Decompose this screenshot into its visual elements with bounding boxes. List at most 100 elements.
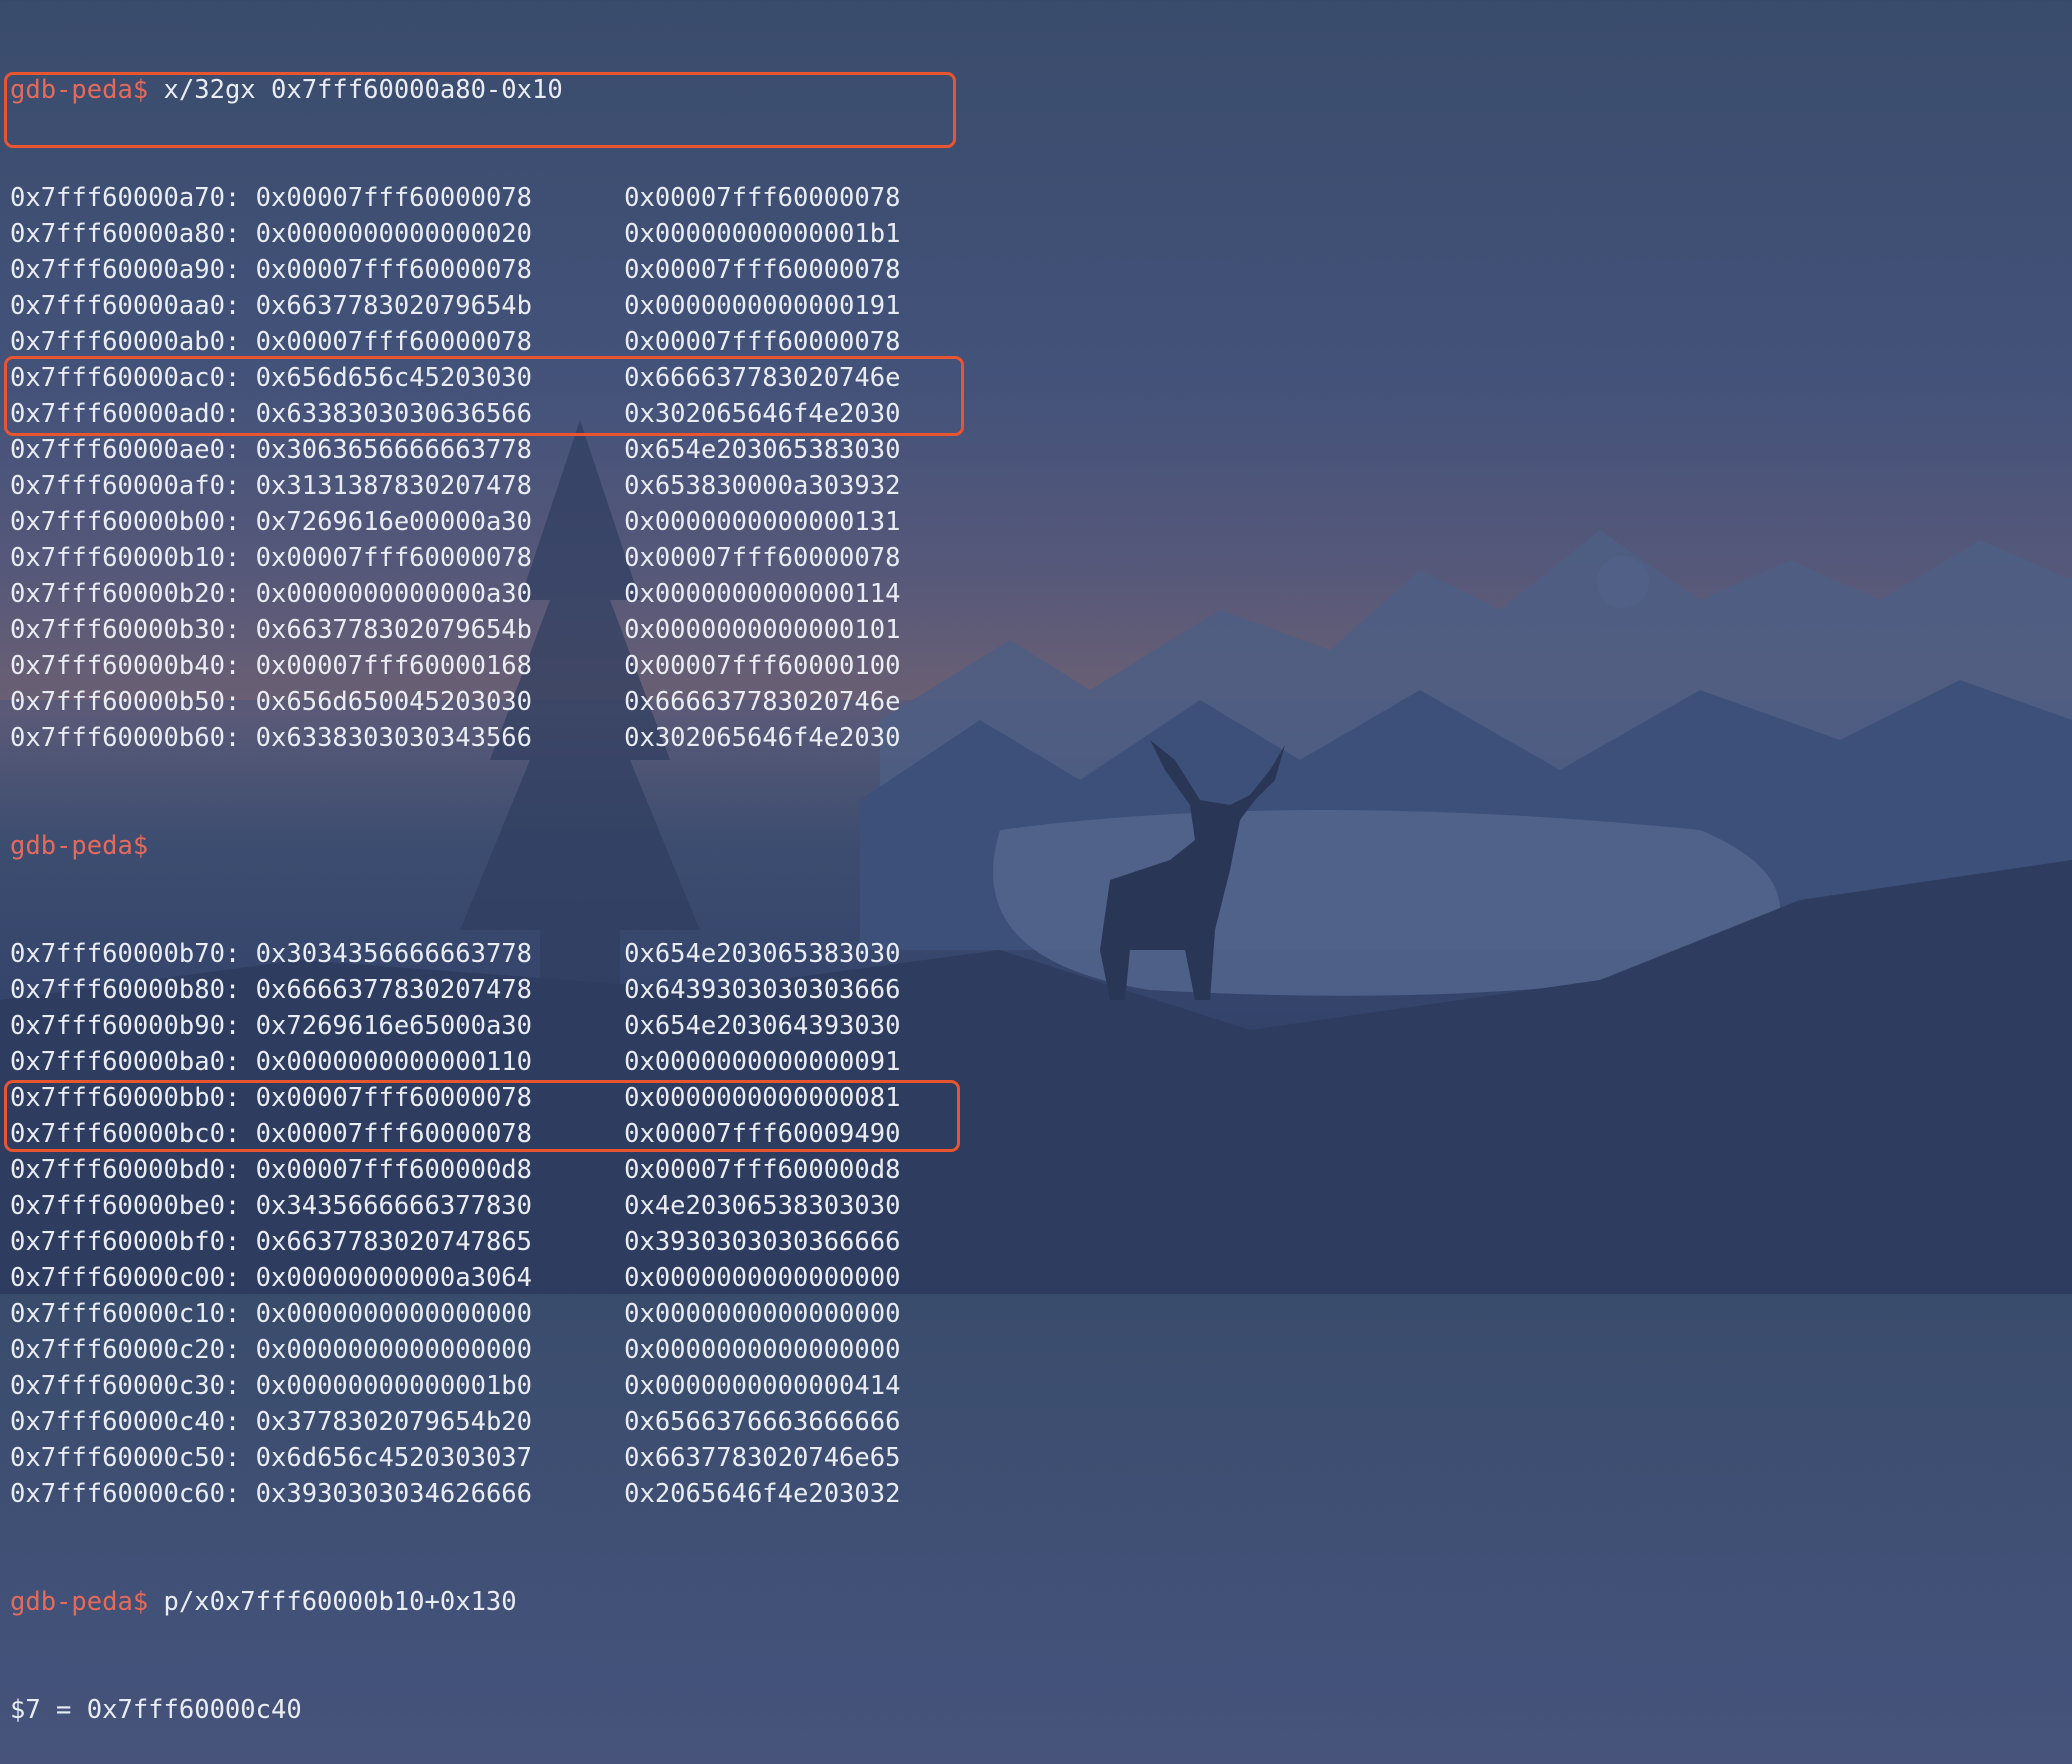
memory-row: 0x7fff60000b10: 0x00007fff60000078 0x000… <box>10 540 900 576</box>
memory-row: 0x7fff60000c50: 0x6d656c4520303037 0x663… <box>10 1440 900 1476</box>
memory-address: 0x7fff60000b20: <box>10 579 241 609</box>
memory-value: 0x6d656c4520303037 <box>255 1443 532 1473</box>
memory-value: 0x00000000000001b0 <box>255 1371 532 1401</box>
memory-address: 0x7fff60000be0: <box>10 1191 241 1221</box>
highlight-box-chunk-b00 <box>4 356 964 436</box>
memory-value: 0x0000000000000000 <box>624 1263 901 1293</box>
memory-value: 0x00007fff60000078 <box>624 543 901 573</box>
memory-value: 0x7269616e00000a30 <box>255 507 532 537</box>
memory-address: 0x7fff60000ab0: <box>10 327 241 357</box>
memory-address: 0x7fff60000c40: <box>10 1407 241 1437</box>
memory-address: 0x7fff60000b10: <box>10 543 241 573</box>
memory-row: 0x7fff60000ae0: 0x3063656666663778 0x654… <box>10 432 900 468</box>
memory-value: 0x6566376663666666 <box>624 1407 901 1437</box>
memory-value: 0x00007fff60000078 <box>624 183 901 213</box>
memory-value: 0x0000000000000414 <box>624 1371 901 1401</box>
memory-value: 0x656d650045203030 <box>255 687 532 717</box>
memory-value: 0x3930303030366666 <box>624 1227 901 1257</box>
memory-address: 0x7fff60000af0: <box>10 471 241 501</box>
memory-row: 0x7fff60000b30: 0x663778302079654b 0x000… <box>10 612 900 648</box>
memory-address: 0x7fff60000a70: <box>10 183 241 213</box>
memory-row: 0x7fff60000aa0: 0x663778302079654b 0x000… <box>10 288 900 324</box>
memory-row: 0x7fff60000b60: 0x6338303030343566 0x302… <box>10 720 900 756</box>
memory-address: 0x7fff60000a80: <box>10 219 241 249</box>
memory-value: 0x0000000000000a30 <box>255 579 532 609</box>
memory-value: 0x666637783020746e <box>624 687 901 717</box>
memory-value: 0x3131387830207478 <box>255 471 532 501</box>
memory-value: 0x654e203064393030 <box>624 1011 901 1041</box>
memory-value: 0x6338303030343566 <box>255 723 532 753</box>
memory-value: 0x0000000000000131 <box>624 507 901 537</box>
memory-dump: 0x7fff60000b70: 0x3034356666663778 0x654… <box>10 936 900 1512</box>
memory-address: 0x7fff60000b60: <box>10 723 241 753</box>
memory-value: 0x00007fff60000168 <box>255 651 532 681</box>
memory-row: 0x7fff60000b00: 0x7269616e00000a30 0x000… <box>10 504 900 540</box>
memory-value: 0x6439303030303666 <box>624 975 901 1005</box>
memory-value: 0x663778302079654b <box>255 615 532 645</box>
memory-value: 0x0000000000000000 <box>255 1299 532 1329</box>
memory-value: 0x00007fff60000078 <box>255 543 532 573</box>
memory-row: 0x7fff60000b50: 0x656d650045203030 0x666… <box>10 684 900 720</box>
memory-row: 0x7fff60000b80: 0x6666377830207478 0x643… <box>10 972 900 1008</box>
memory-address: 0x7fff60000c50: <box>10 1443 241 1473</box>
memory-row: 0x7fff60000b70: 0x3034356666663778 0x654… <box>10 936 900 972</box>
memory-row: 0x7fff60000bf0: 0x6637783020747865 0x393… <box>10 1224 900 1260</box>
memory-address: 0x7fff60000bd0: <box>10 1155 241 1185</box>
memory-row: 0x7fff60000c20: 0x0000000000000000 0x000… <box>10 1332 900 1368</box>
memory-value: 0x00007fff60000078 <box>255 183 532 213</box>
memory-value: 0x00007fff60000078 <box>624 327 901 357</box>
memory-row: 0x7fff60000a70: 0x00007fff60000078 0x000… <box>10 180 900 216</box>
memory-value: 0x4e20306538303030 <box>624 1191 901 1221</box>
memory-value: 0x00007fff60000100 <box>624 651 901 681</box>
memory-value: 0x7269616e65000a30 <box>255 1011 532 1041</box>
memory-dump: 0x7fff60000a70: 0x00007fff60000078 0x000… <box>10 180 900 756</box>
highlight-box-chunk-a80 <box>4 72 956 148</box>
memory-row: 0x7fff60000c40: 0x3778302079654b20 0x656… <box>10 1404 900 1440</box>
memory-value: 0x00007fff600000d8 <box>255 1155 532 1185</box>
memory-value: 0x654e203065383030 <box>624 435 901 465</box>
memory-address: 0x7fff60000c10: <box>10 1299 241 1329</box>
memory-address: 0x7fff60000ba0: <box>10 1047 241 1077</box>
memory-row: 0x7fff60000a80: 0x0000000000000020 0x000… <box>10 216 900 252</box>
memory-row: 0x7fff60000b20: 0x0000000000000a30 0x000… <box>10 576 900 612</box>
memory-address: 0x7fff60000b50: <box>10 687 241 717</box>
memory-address: 0x7fff60000c00: <box>10 1263 241 1293</box>
memory-value: 0x2065646f4e203032 <box>624 1479 901 1509</box>
memory-value: 0x3435666666377830 <box>255 1191 532 1221</box>
memory-value: 0x3930303034626666 <box>255 1479 532 1509</box>
memory-address: 0x7fff60000c30: <box>10 1371 241 1401</box>
memory-row: 0x7fff60000c60: 0x3930303034626666 0x206… <box>10 1476 900 1512</box>
command-line: gdb-peda$ p/x0x7fff60000b10+0x130 <box>10 1584 900 1620</box>
command-result: $7 = 0x7fff60000c40 <box>10 1695 302 1725</box>
highlight-box-chunk-c30 <box>4 1080 960 1152</box>
memory-row: 0x7fff60000b40: 0x00007fff60000168 0x000… <box>10 648 900 684</box>
memory-value: 0x663778302079654b <box>255 291 532 321</box>
memory-row: 0x7fff60000b90: 0x7269616e65000a30 0x654… <box>10 1008 900 1044</box>
memory-address: 0x7fff60000c20: <box>10 1335 241 1365</box>
memory-row: 0x7fff60000c00: 0x00000000000a3064 0x000… <box>10 1260 900 1296</box>
memory-value: 0x3778302079654b20 <box>255 1407 532 1437</box>
memory-value: 0x0000000000000114 <box>624 579 901 609</box>
memory-value: 0x0000000000000101 <box>624 615 901 645</box>
memory-address: 0x7fff60000b00: <box>10 507 241 537</box>
memory-address: 0x7fff60000b40: <box>10 651 241 681</box>
memory-value: 0x0000000000000191 <box>624 291 901 321</box>
memory-value: 0x302065646f4e2030 <box>624 723 901 753</box>
memory-value: 0x3034356666663778 <box>255 939 532 969</box>
memory-value: 0x0000000000000091 <box>624 1047 901 1077</box>
memory-value: 0x00007fff60000078 <box>624 255 901 285</box>
memory-value: 0x0000000000000000 <box>624 1335 901 1365</box>
memory-address: 0x7fff60000b30: <box>10 615 241 645</box>
memory-value: 0x00007fff60000078 <box>255 327 532 357</box>
memory-address: 0x7fff60000bf0: <box>10 1227 241 1257</box>
memory-address: 0x7fff60000aa0: <box>10 291 241 321</box>
memory-address: 0x7fff60000a90: <box>10 255 241 285</box>
memory-value: 0x00007fff600000d8 <box>624 1155 901 1185</box>
memory-row: 0x7fff60000bd0: 0x00007fff600000d8 0x000… <box>10 1152 900 1188</box>
memory-address: 0x7fff60000b70: <box>10 939 241 969</box>
command-line: gdb-peda$ <box>10 828 900 864</box>
memory-value: 0x0000000000000020 <box>255 219 532 249</box>
memory-address: 0x7fff60000b90: <box>10 1011 241 1041</box>
memory-value: 0x6637783020746e65 <box>624 1443 901 1473</box>
command-text: p/x0x7fff60000b10+0x130 <box>163 1587 517 1617</box>
